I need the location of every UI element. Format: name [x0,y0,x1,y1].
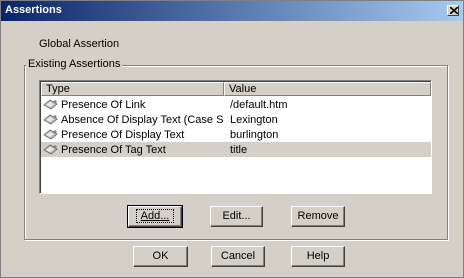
cell-type-text: Presence Of Display Text [61,128,185,141]
cancel-button[interactable]: Cancel [211,246,265,267]
edit-button[interactable]: Edit... [210,206,263,227]
close-button[interactable] [447,5,459,16]
table-row[interactable]: Presence Of Display Text burlington [41,127,431,142]
help-button-label: Help [306,250,330,262]
ok-button-label: OK [152,250,169,262]
existing-assertions-label: Existing Assertions [26,58,123,70]
assertion-icon [43,143,59,156]
assertion-icon [43,128,59,141]
cell-value: Lexington [230,113,278,126]
ok-button[interactable]: OK [133,246,188,267]
assertion-icon [43,98,59,111]
assertions-dialog: Assertions Global Assertion Existing Ass… [0,0,464,278]
assertion-icon [43,113,59,126]
table-row[interactable]: Presence Of Tag Text title [41,142,431,157]
add-button-label: Add... [140,210,170,222]
cell-type-text: Presence Of Tag Text [61,143,166,156]
cell-value: title [230,143,248,156]
remove-button-label: Remove [297,210,339,222]
cell-type-text: Presence Of Link [61,98,146,111]
cell-type: Presence Of Display Text [41,128,224,141]
list-header: Type Value [41,82,431,96]
list-rows: Presence Of Link/default.htm Absence Of D… [41,97,431,157]
help-button[interactable]: Help [291,246,345,267]
add-button[interactable]: Add... [127,205,183,228]
dialog-title: Assertions [5,4,62,16]
cell-type: Presence Of Tag Text [41,143,224,156]
column-header-type[interactable]: Type [41,82,224,96]
edit-button-label: Edit... [222,210,251,222]
column-header-value[interactable]: Value [224,82,431,96]
close-icon [450,7,458,14]
table-row[interactable]: Absence Of Display Text (Case Sen... Lexi… [41,112,431,127]
cell-value: burlington [230,128,279,141]
cell-type: Presence Of Link [41,98,224,111]
table-row[interactable]: Presence Of Link/default.htm [41,97,431,112]
title-bar[interactable]: Assertions [1,1,463,21]
cell-type-text: Absence Of Display Text (Case Sen... [61,113,224,126]
cell-value: /default.htm [230,98,288,111]
global-assertion-label: Global Assertion [39,38,120,50]
cancel-button-label: Cancel [220,250,256,262]
remove-button[interactable]: Remove [291,206,345,227]
assertions-list[interactable]: Type Value Presence Of Link/default.htm A… [39,80,432,194]
cell-type: Absence Of Display Text (Case Sen... [41,113,224,126]
